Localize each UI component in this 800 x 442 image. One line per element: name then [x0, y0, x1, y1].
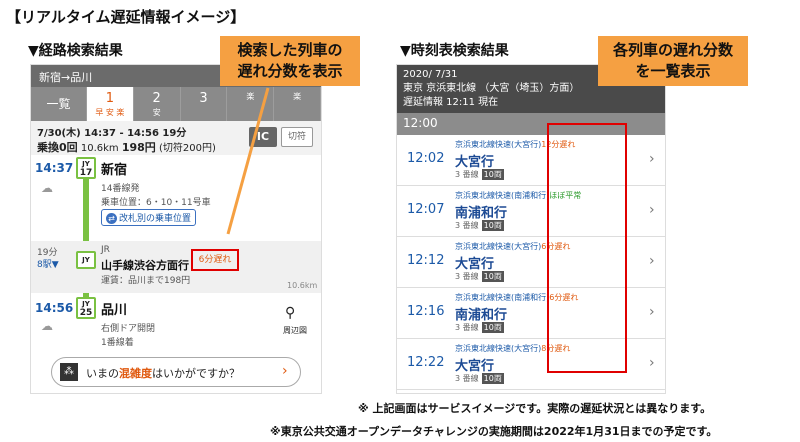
track-info: 3 番線 10両: [455, 271, 504, 282]
track-info: 3 番線 10両: [455, 220, 504, 231]
destination: 大宮行: [455, 359, 495, 374]
delay-info-time: 遅延情報 12:11 現在: [403, 97, 499, 108]
destination: 大宮行: [455, 257, 495, 272]
departure-time: 12:02: [407, 151, 445, 166]
track-info: 3 番線 10両: [455, 169, 504, 180]
chevron-right-icon: ›: [649, 202, 655, 218]
footnote-service-image: ※ 上記画面はサービスイメージです。実際の遅延状況とは異なります。: [358, 402, 712, 415]
chevron-right-icon: ›: [649, 253, 655, 269]
departure-time: 12:16: [407, 304, 445, 319]
delay-column-highlight: [547, 123, 627, 373]
destination: 南浦和行: [455, 206, 508, 221]
departure-time: 12:12: [407, 253, 445, 268]
track-info: 3 番線 10両: [455, 373, 504, 384]
chevron-right-icon: ›: [649, 355, 655, 371]
chevron-right-icon: ›: [649, 151, 655, 167]
timetable-section-title: ▼時刻表検索結果: [400, 43, 509, 59]
destination: 大宮行: [455, 155, 495, 170]
chevron-right-icon: ›: [649, 304, 655, 320]
departure-time: 12:22: [407, 355, 445, 370]
timetable-screen: 2020/ 7/31 東京 京浜東北線 （大宮（埼玉）方面） 遅延情報 12:1…: [396, 64, 666, 394]
destination: 南浦和行: [455, 308, 508, 323]
right-callout: 各列車の遅れ分数 を一覧表示: [598, 36, 748, 86]
footnote-challenge-period: ※東京公共交通オープンデータチャレンジの実施期間は2022年1月31日までの予定…: [270, 425, 718, 438]
track-info: 3 番線 10両: [455, 322, 504, 333]
departure-time: 12:07: [407, 202, 445, 217]
